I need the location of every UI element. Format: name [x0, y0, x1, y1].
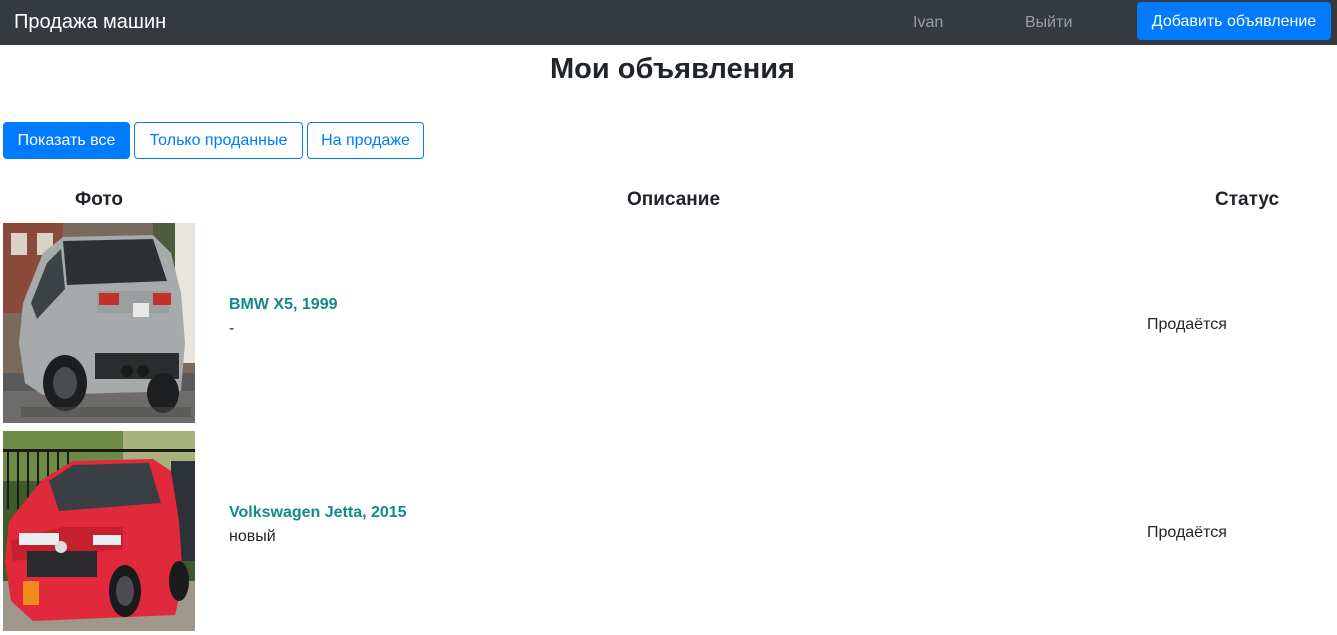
user-link[interactable]: Ivan — [913, 13, 943, 33]
listing-title-link[interactable]: BMW X5, 1999 — [229, 295, 337, 315]
listing-description: - — [229, 320, 235, 337]
filter-on-sale-button[interactable]: На продаже — [307, 122, 424, 159]
silver-suv-photo — [3, 223, 195, 423]
add-listing-button[interactable]: Добавить объявление — [1137, 2, 1331, 40]
logout-link[interactable]: Выйти — [1025, 13, 1072, 33]
column-header-photo: Фото — [75, 189, 124, 210]
page-title: Мои объявления — [550, 53, 795, 85]
filter-all-button[interactable]: Показать все — [3, 122, 130, 159]
column-header-status: Статус — [1215, 189, 1280, 210]
listing-status: Продаётся — [1147, 524, 1227, 541]
listing-description: новый — [229, 528, 276, 545]
listing-status: Продаётся — [1147, 316, 1227, 333]
listing-title-link[interactable]: Volkswagen Jetta, 2015 — [229, 503, 407, 523]
red-sedan-photo — [3, 431, 195, 631]
filter-sold-button[interactable]: Только проданные — [134, 122, 303, 159]
brand-link[interactable]: Продажа машин — [14, 9, 166, 35]
table-row: Volkswagen Jetta, 2015 новый Продаётся — [0, 431, 1337, 631]
top-navbar: Продажа машин Ivan Выйти Добавить объявл… — [0, 0, 1337, 45]
table-row: BMW X5, 1999 - Продаётся — [0, 223, 1337, 423]
column-header-description: Описание — [627, 189, 721, 210]
